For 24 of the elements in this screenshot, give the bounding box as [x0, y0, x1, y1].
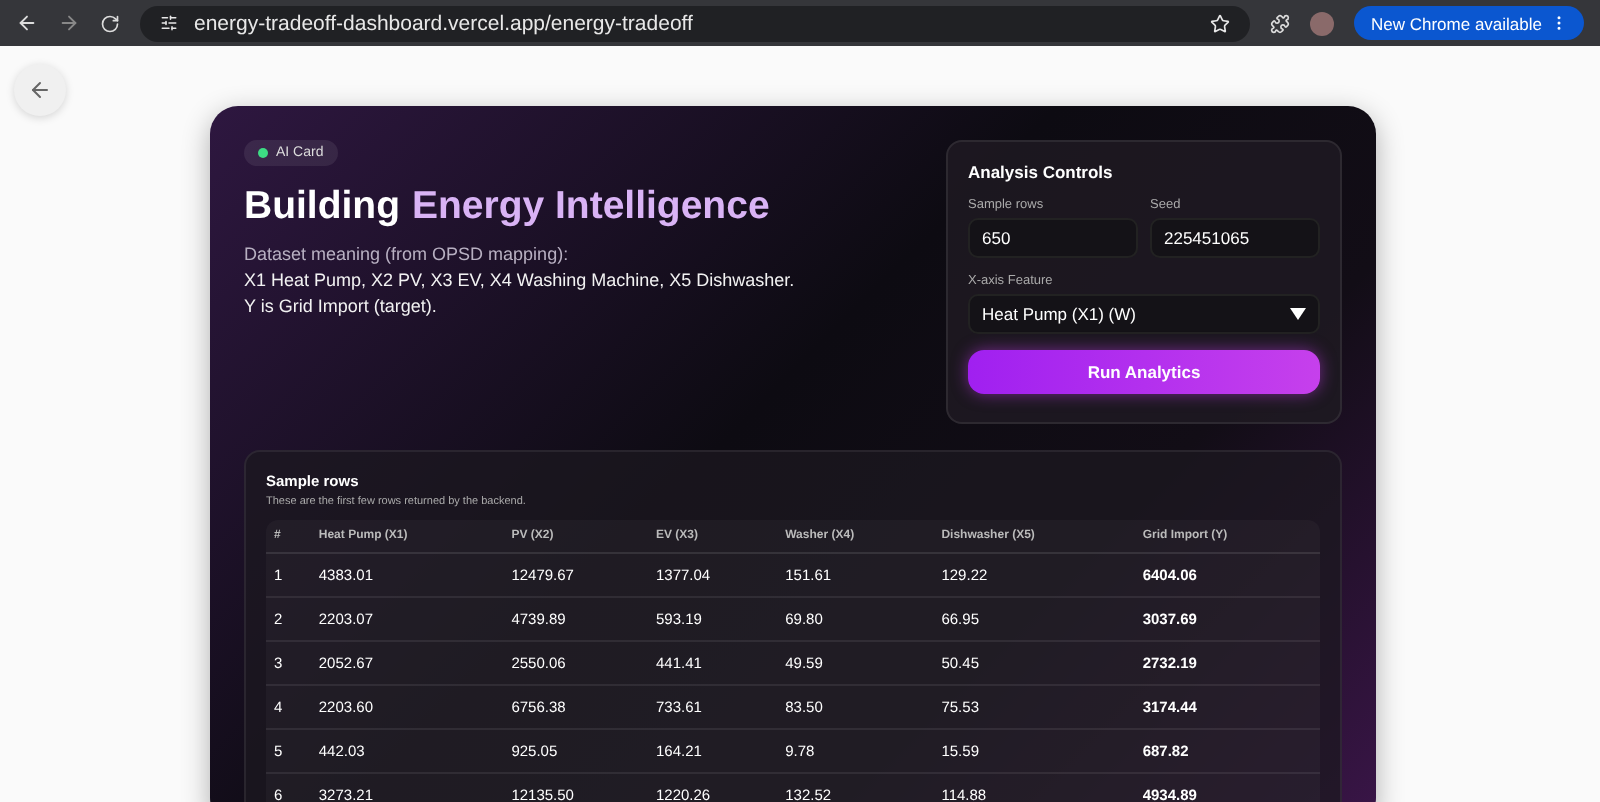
extensions-icon[interactable]	[1270, 13, 1291, 33]
address-bar[interactable]: energy-tradeoff-dashboard.vercel.app/energy-tradeoff	[140, 5, 1251, 41]
arrow-left-icon	[28, 78, 52, 102]
page-title: Energy Intelligence	[411, 184, 770, 230]
back-button[interactable]	[14, 64, 66, 116]
feature-select[interactable]: Heat Pump (X1) (W)	[968, 294, 1320, 334]
description-text: X1 Heat Pump, X2 PV, X3 EV, X4 Washing Machine, X5 Dishwasher.	[244, 268, 795, 294]
status-dot-icon	[258, 148, 268, 158]
back-icon[interactable]	[16, 12, 38, 34]
description-text: Dataset meaning (from OPSD mapping):	[244, 242, 569, 268]
update-button[interactable]: New Chrome available	[1354, 6, 1584, 40]
reload-icon[interactable]	[100, 13, 120, 33]
description-text: Y is Grid Import (target).	[244, 294, 437, 320]
site-settings-icon[interactable]	[160, 14, 178, 32]
profile-avatar[interactable]	[1310, 11, 1335, 35]
forward-icon[interactable]	[58, 12, 80, 34]
run-analytics-button[interactable]: Run Analytics	[968, 350, 1320, 394]
dropdown-caret-icon	[1290, 308, 1306, 320]
input-field[interactable]: 225451065	[1150, 218, 1320, 258]
panel-title: Analysis Controls	[968, 162, 1115, 182]
input-field[interactable]: 650	[968, 218, 1138, 258]
page-title: Building	[244, 184, 400, 230]
url-text: energy-tradeoff-dashboard.vercel.app/energy-tradeoff	[194, 11, 693, 35]
bookmark-icon[interactable]	[1210, 13, 1231, 33]
